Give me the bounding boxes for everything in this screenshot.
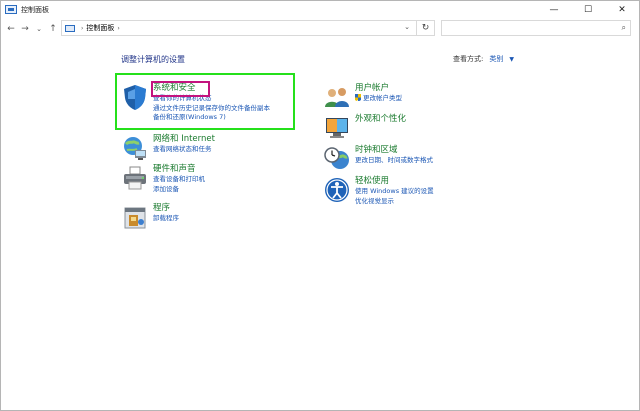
control-panel-icon xyxy=(65,24,75,32)
category-programs: 程序 卸载程序 xyxy=(121,203,179,231)
link-date-time-format[interactable]: 更改日期、时间或数字格式 xyxy=(355,156,433,166)
category-title[interactable]: 程序 xyxy=(153,203,179,214)
breadcrumb-separator: › xyxy=(81,24,84,32)
link-text[interactable]: 更改帐户类型 xyxy=(363,94,402,102)
category-title[interactable]: 时钟和区域 xyxy=(355,145,433,156)
breadcrumb-separator[interactable]: › xyxy=(117,25,119,32)
minimize-button[interactable]: — xyxy=(537,1,571,18)
window-controls: — ☐ ✕ xyxy=(537,1,639,18)
breadcrumb-control-panel[interactable]: 控制面板 xyxy=(86,23,114,33)
printer-icon[interactable] xyxy=(121,164,149,192)
link-windows-suggested-settings[interactable]: 使用 Windows 建议的设置 xyxy=(355,187,434,197)
view-by: 查看方式: 类别 ▼ xyxy=(453,54,514,64)
view-by-dropdown[interactable]: 类别 xyxy=(489,54,503,64)
maximize-button[interactable]: ☐ xyxy=(571,1,605,18)
link-optimize-visual-display[interactable]: 优化视觉显示 xyxy=(355,197,434,207)
programs-icon[interactable] xyxy=(121,203,149,231)
search-input[interactable]: ⌕ xyxy=(441,20,631,36)
ease-of-access-icon[interactable] xyxy=(323,176,351,204)
control-panel-window: 控制面板 — ☐ ✕ ← → ⌄ ↑ › 控制面板 › ⌄ ↻ ⌕ 调整计算机的… xyxy=(0,0,640,411)
back-arrow-icon[interactable]: ← xyxy=(5,22,17,36)
link-change-account-type[interactable]: 更改帐户类型 xyxy=(355,94,402,104)
category-title[interactable]: 用户帐户 xyxy=(355,83,402,94)
highlight-box-pink xyxy=(151,81,210,97)
users-icon[interactable] xyxy=(323,83,351,111)
chevron-down-icon[interactable]: ⌄ xyxy=(404,23,410,31)
link-add-device[interactable]: 添加设备 xyxy=(153,185,205,195)
category-title[interactable]: 轻松使用 xyxy=(355,176,434,187)
address-bar[interactable]: › 控制面板 › ⌄ ↻ xyxy=(61,20,435,36)
clock-globe-icon[interactable] xyxy=(323,145,351,173)
category-title[interactable]: 硬件和声音 xyxy=(153,164,205,175)
link-uninstall-program[interactable]: 卸载程序 xyxy=(153,214,179,224)
navigation-bar: ← → ⌄ ↑ › 控制面板 › ⌄ ↻ ⌕ xyxy=(1,19,639,39)
close-button[interactable]: ✕ xyxy=(605,1,639,18)
link-devices-printers[interactable]: 查看设备和打印机 xyxy=(153,175,205,185)
window-title: 控制面板 xyxy=(21,5,49,14)
category-title[interactable]: 外观和个性化 xyxy=(355,114,406,125)
category-clock-region: 时钟和区域 更改日期、时间或数字格式 xyxy=(323,145,433,173)
category-appearance: 外观和个性化 xyxy=(323,114,406,142)
up-arrow-icon[interactable]: ↑ xyxy=(47,22,59,36)
search-icon: ⌕ xyxy=(621,23,626,32)
category-title[interactable]: 网络和 Internet xyxy=(153,134,215,145)
link-network-status[interactable]: 查看网络状态和任务 xyxy=(153,145,215,155)
chevron-down-icon[interactable]: ▼ xyxy=(509,56,514,63)
page-title: 调整计算机的设置 xyxy=(121,55,185,64)
category-hardware-sound: 硬件和声音 查看设备和打印机 添加设备 xyxy=(121,164,205,194)
view-by-label: 查看方式: xyxy=(453,55,484,63)
control-panel-icon xyxy=(5,5,17,14)
forward-arrow-icon[interactable]: → xyxy=(19,22,31,36)
network-icon[interactable] xyxy=(121,134,149,162)
uac-shield-icon xyxy=(355,94,361,101)
recent-locations-icon[interactable]: ⌄ xyxy=(33,22,45,36)
category-ease-of-access: 轻松使用 使用 Windows 建议的设置 优化视觉显示 xyxy=(323,176,434,206)
refresh-icon[interactable]: ↻ xyxy=(416,21,434,35)
category-user-accounts: 用户帐户 更改帐户类型 xyxy=(323,83,402,111)
title-bar: 控制面板 — ☐ ✕ xyxy=(1,1,639,18)
appearance-icon[interactable] xyxy=(323,114,351,142)
category-network: 网络和 Internet 查看网络状态和任务 xyxy=(121,134,215,162)
